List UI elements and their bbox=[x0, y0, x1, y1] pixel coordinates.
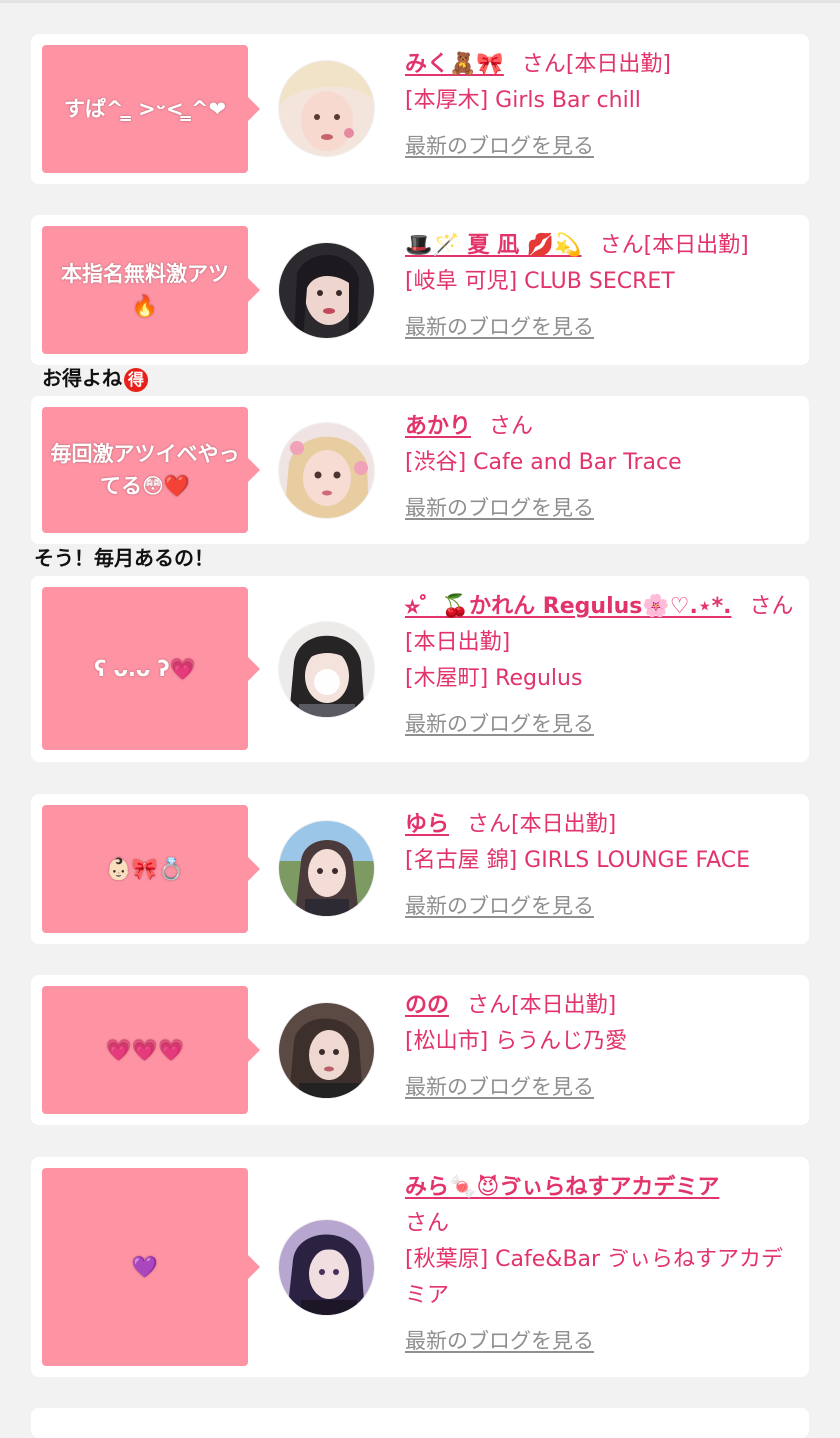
cast-name-link[interactable]: みく🧸🎀 bbox=[405, 52, 504, 77]
latest-blog-link[interactable]: 最新のブログを見る bbox=[405, 709, 594, 739]
message-bubble: 本指名無料激アツ🔥 bbox=[42, 226, 260, 354]
honorific: さん bbox=[405, 1211, 450, 1236]
message-text: 💗💗💗 bbox=[105, 1038, 185, 1062]
message-bubble: 👶🏻🎀💍 bbox=[42, 805, 260, 933]
honorific: さん bbox=[521, 52, 566, 77]
cast-name-link[interactable]: ゆら bbox=[405, 812, 449, 837]
cast-card[interactable]: 毎回激アツイベやってる😳❤️ あかり さん [渋谷] Cafe and Bar T… bbox=[31, 396, 809, 544]
shop-name: [名古屋 錦] GIRLS LOUNGE FACE bbox=[405, 848, 751, 873]
cast-card[interactable]: すぱ^ ̳ >ᵕ< ̳^❤ みく🧸🎀 さん[本日出勤] [本厚木] Girls B… bbox=[31, 34, 809, 184]
handwritten-comment: お得よね得 bbox=[42, 365, 148, 392]
message-text: ʕ ᴗ.ᴗ ʔ💗 bbox=[94, 656, 196, 681]
status-badge: [本日出勤] bbox=[511, 812, 617, 837]
cast-card[interactable]: 💗💗💗 のの さん[本日出勤] [松山市] らうんじ乃愛 最新のブログを見る bbox=[31, 975, 809, 1125]
message-text: 毎回激アツイベやってる😳❤️ bbox=[50, 442, 240, 498]
status-badge: [本日出勤] bbox=[565, 52, 671, 77]
message-bubble: ʕ ᴗ.ᴗ ʔ💗 bbox=[42, 587, 260, 750]
cast-name-link[interactable]: あかり bbox=[405, 414, 471, 439]
cast-info: あかり さん [渋谷] Cafe and Bar Trace 最新のブログを見る bbox=[405, 409, 795, 523]
latest-blog-link[interactable]: 最新のブログを見る bbox=[405, 131, 594, 161]
cast-name-link[interactable]: 🎩🪄 夏 凪 💋💫 bbox=[405, 233, 582, 258]
cast-card[interactable]: 💜 みら🍬😈ゔぃらねすアカデミア さん [秋葉原] Cafe&Bar ゔぃらねす… bbox=[31, 1157, 809, 1377]
shop-name: [本厚木] Girls Bar chill bbox=[405, 88, 641, 113]
message-bubble: 💗💗💗 bbox=[42, 986, 260, 1114]
cast-info: みら🍬😈ゔぃらねすアカデミア さん [秋葉原] Cafe&Bar ゔぃらねすアカ… bbox=[405, 1170, 795, 1356]
cast-card[interactable]: ʕ ᴗ.ᴗ ʔ💗 ⭐︎゜🍒かれん Regulus🌸♡.⋆*. さん [本日出勤] … bbox=[31, 576, 809, 762]
honorific: さん bbox=[599, 233, 644, 258]
honorific: さん bbox=[467, 812, 512, 837]
cast-info: ⭐︎゜🍒かれん Regulus🌸♡.⋆*. さん [本日出勤] [木屋町] Reg… bbox=[405, 589, 795, 739]
message-text: 本指名無料激アツ🔥 bbox=[61, 262, 229, 318]
message-bubble: 毎回激アツイベやってる😳❤️ bbox=[42, 407, 260, 533]
status-badge: [本日出勤] bbox=[643, 233, 749, 258]
latest-blog-link[interactable]: 最新のブログを見る bbox=[405, 312, 594, 342]
top-divider bbox=[0, 0, 840, 3]
cast-info: みく🧸🎀 さん[本日出勤] [本厚木] Girls Bar chill 最新のブロ… bbox=[405, 47, 795, 161]
cast-card[interactable]: 👶🏻🎀💍 ゆら さん[本日出勤] [名古屋 錦] GIRLS LOUNGE FAC… bbox=[31, 794, 809, 944]
honorific: さん bbox=[489, 414, 534, 439]
cast-name-link[interactable]: みら🍬😈ゔぃらねすアカデミア bbox=[405, 1175, 719, 1200]
latest-blog-link[interactable]: 最新のブログを見る bbox=[405, 1072, 594, 1102]
comment-text: そう！毎月あるの！ bbox=[34, 546, 214, 570]
avatar[interactable] bbox=[279, 423, 374, 518]
cast-info: のの さん[本日出勤] [松山市] らうんじ乃愛 最新のブログを見る bbox=[405, 988, 795, 1102]
cast-card[interactable]: 本指名無料激アツ🔥 🎩🪄 夏 凪 💋💫 さん[本日出勤] [岐阜 可児] CLUB… bbox=[31, 215, 809, 365]
status-badge: [本日出勤] bbox=[511, 993, 617, 1018]
message-text: すぱ^ ̳ >ᵕ< ̳^❤ bbox=[63, 97, 227, 121]
message-bubble: すぱ^ ̳ >ᵕ< ̳^❤ bbox=[42, 45, 260, 173]
shop-name: [渋谷] Cafe and Bar Trace bbox=[405, 450, 682, 475]
honorific: さん bbox=[749, 594, 794, 619]
avatar[interactable] bbox=[279, 243, 374, 338]
status-badge: [本日出勤] bbox=[405, 630, 511, 655]
cast-card[interactable] bbox=[31, 1408, 809, 1438]
comment-text: お得よね bbox=[42, 366, 122, 390]
latest-blog-link[interactable]: 最新のブログを見る bbox=[405, 493, 594, 523]
shop-name: [秋葉原] Cafe&Bar ゔぃらねすアカデミア bbox=[405, 1247, 784, 1308]
latest-blog-link[interactable]: 最新のブログを見る bbox=[405, 891, 594, 921]
toku-badge-icon: 得 bbox=[124, 367, 148, 392]
message-text: 💜 bbox=[131, 1255, 159, 1279]
honorific: さん bbox=[467, 993, 512, 1018]
message-text: 👶🏻🎀💍 bbox=[105, 857, 185, 881]
shop-name: [松山市] らうんじ乃愛 bbox=[405, 1029, 628, 1054]
message-bubble: 💜 bbox=[42, 1168, 260, 1366]
avatar[interactable] bbox=[279, 821, 374, 916]
cast-info: 🎩🪄 夏 凪 💋💫 さん[本日出勤] [岐阜 可児] CLUB SECRET 最新… bbox=[405, 228, 795, 342]
cast-name-link[interactable]: のの bbox=[405, 993, 449, 1018]
avatar[interactable] bbox=[279, 622, 374, 717]
avatar[interactable] bbox=[279, 61, 374, 156]
cast-info: ゆら さん[本日出勤] [名古屋 錦] GIRLS LOUNGE FACE 最新の… bbox=[405, 807, 795, 921]
shop-name: [木屋町] Regulus bbox=[405, 666, 583, 691]
latest-blog-link[interactable]: 最新のブログを見る bbox=[405, 1326, 594, 1356]
avatar[interactable] bbox=[279, 1003, 374, 1098]
handwritten-comment: そう！毎月あるの！ bbox=[34, 545, 214, 571]
shop-name: [岐阜 可児] CLUB SECRET bbox=[405, 269, 675, 294]
cast-name-link[interactable]: ⭐︎゜🍒かれん Regulus🌸♡.⋆*. bbox=[405, 594, 731, 619]
avatar[interactable] bbox=[279, 1220, 374, 1315]
